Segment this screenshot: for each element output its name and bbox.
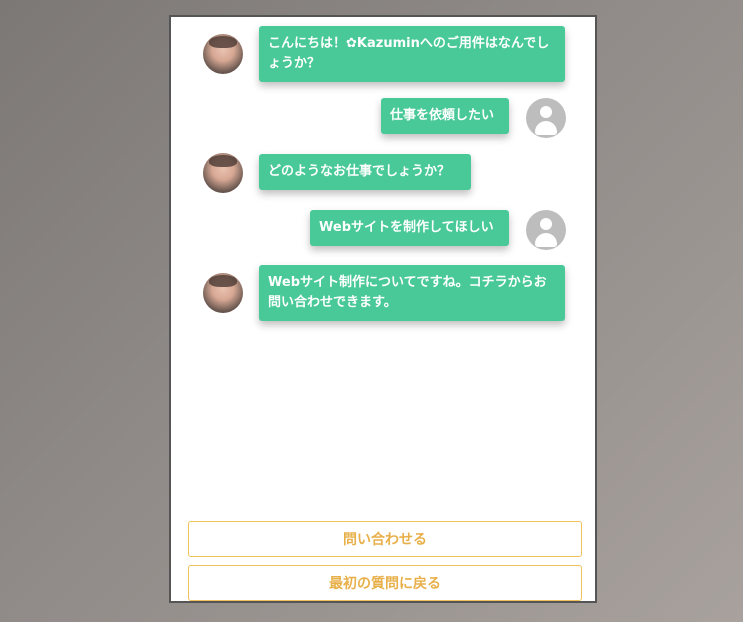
contact-button[interactable]: 問い合わせる [188, 521, 582, 557]
user-avatar-icon [526, 98, 566, 138]
user-message-bubble: Webサイトを制作してほしい [310, 210, 509, 246]
user-message-text: 仕事を依頼したい [390, 108, 495, 123]
chat-window: こんにちは！✿Kazuminへのご用件はなんでしょうか？ 仕事を依頼したい どの… [169, 15, 597, 603]
user-message-bubble: 仕事を依頼したい [381, 98, 509, 134]
bot-avatar [203, 153, 243, 193]
bot-message-bubble: Webサイト制作についてですね。コチラからお問い合わせできます。 [259, 265, 565, 321]
user-avatar-icon [526, 210, 566, 250]
bot-message-text: どのようなお仕事でしょうか？ [268, 164, 451, 179]
bot-message-text: こんにちは！ [268, 36, 347, 51]
bot-message-bubble: どのようなお仕事でしょうか？ [259, 154, 471, 190]
bot-message-bubble: こんにちは！✿Kazuminへのご用件はなんでしょうか？ [259, 26, 565, 82]
flower-icon: ✿ [346, 36, 357, 51]
user-message-row: 仕事を依頼したい [381, 98, 566, 138]
user-message-text: Webサイトを制作してほしい [319, 220, 494, 235]
bot-message-row: どのようなお仕事でしょうか？ [203, 153, 471, 193]
bot-message-row: Webサイト制作についてですね。コチラからお問い合わせできます。 [203, 265, 565, 321]
bot-message-row: こんにちは！✿Kazuminへのご用件はなんでしょうか？ [203, 26, 565, 82]
user-message-row: Webサイトを制作してほしい [310, 210, 566, 250]
bot-avatar [203, 34, 243, 74]
back-to-first-question-button[interactable]: 最初の質問に戻る [188, 565, 582, 601]
bot-message-text: Webサイト制作についてですね。コチラからお問い合わせできます。 [268, 275, 547, 310]
bot-avatar [203, 273, 243, 313]
